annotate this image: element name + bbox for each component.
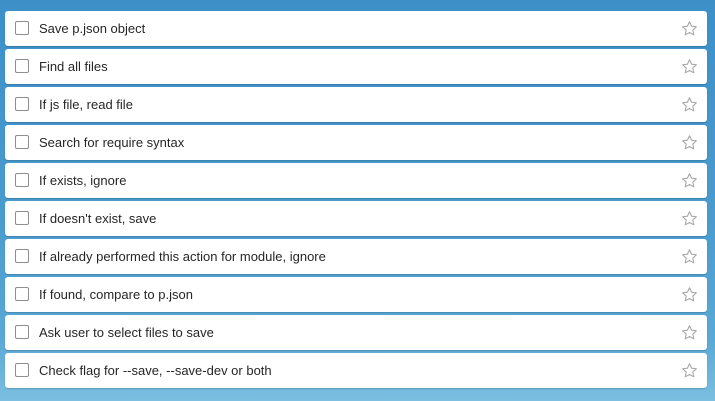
task-checkbox[interactable] xyxy=(15,287,29,301)
task-checkbox[interactable] xyxy=(15,249,29,263)
task-row[interactable]: Ask user to select files to save xyxy=(5,315,707,350)
task-row[interactable]: If js file, read file xyxy=(5,87,707,122)
task-title[interactable]: If exists, ignore xyxy=(39,163,126,198)
task-checkbox[interactable] xyxy=(15,325,29,339)
task-title[interactable]: If found, compare to p.json xyxy=(39,277,193,312)
task-title[interactable]: Search for require syntax xyxy=(39,125,184,160)
star-icon[interactable] xyxy=(681,362,698,379)
task-title[interactable]: Find all files xyxy=(39,49,108,84)
task-row[interactable]: Check flag for --save, --save-dev or bot… xyxy=(5,353,707,388)
task-row[interactable]: If already performed this action for mod… xyxy=(5,239,707,274)
star-icon[interactable] xyxy=(681,96,698,113)
task-checkbox[interactable] xyxy=(15,173,29,187)
task-checkbox[interactable] xyxy=(15,211,29,225)
task-title[interactable]: Ask user to select files to save xyxy=(39,315,214,350)
task-row[interactable]: Save p.json object xyxy=(5,11,707,46)
star-icon[interactable] xyxy=(681,172,698,189)
star-icon[interactable] xyxy=(681,324,698,341)
star-icon[interactable] xyxy=(681,248,698,265)
star-icon[interactable] xyxy=(681,210,698,227)
task-row[interactable]: Find all files xyxy=(5,49,707,84)
task-title[interactable]: If js file, read file xyxy=(39,87,133,122)
task-checkbox[interactable] xyxy=(15,21,29,35)
star-icon[interactable] xyxy=(681,286,698,303)
task-checkbox[interactable] xyxy=(15,59,29,73)
task-row[interactable]: If found, compare to p.json xyxy=(5,277,707,312)
task-title[interactable]: Save p.json object xyxy=(39,11,145,46)
task-checkbox[interactable] xyxy=(15,363,29,377)
task-checkbox[interactable] xyxy=(15,97,29,111)
task-list: Save p.json object Find all files If js … xyxy=(5,11,707,391)
task-row[interactable]: If doesn't exist, save xyxy=(5,201,707,236)
star-icon[interactable] xyxy=(681,134,698,151)
task-row[interactable]: Search for require syntax xyxy=(5,125,707,160)
task-row[interactable]: If exists, ignore xyxy=(5,163,707,198)
star-icon[interactable] xyxy=(681,58,698,75)
star-icon[interactable] xyxy=(681,20,698,37)
task-title[interactable]: If doesn't exist, save xyxy=(39,201,156,236)
task-title[interactable]: Check flag for --save, --save-dev or bot… xyxy=(39,353,272,388)
task-title[interactable]: If already performed this action for mod… xyxy=(39,239,326,274)
task-checkbox[interactable] xyxy=(15,135,29,149)
